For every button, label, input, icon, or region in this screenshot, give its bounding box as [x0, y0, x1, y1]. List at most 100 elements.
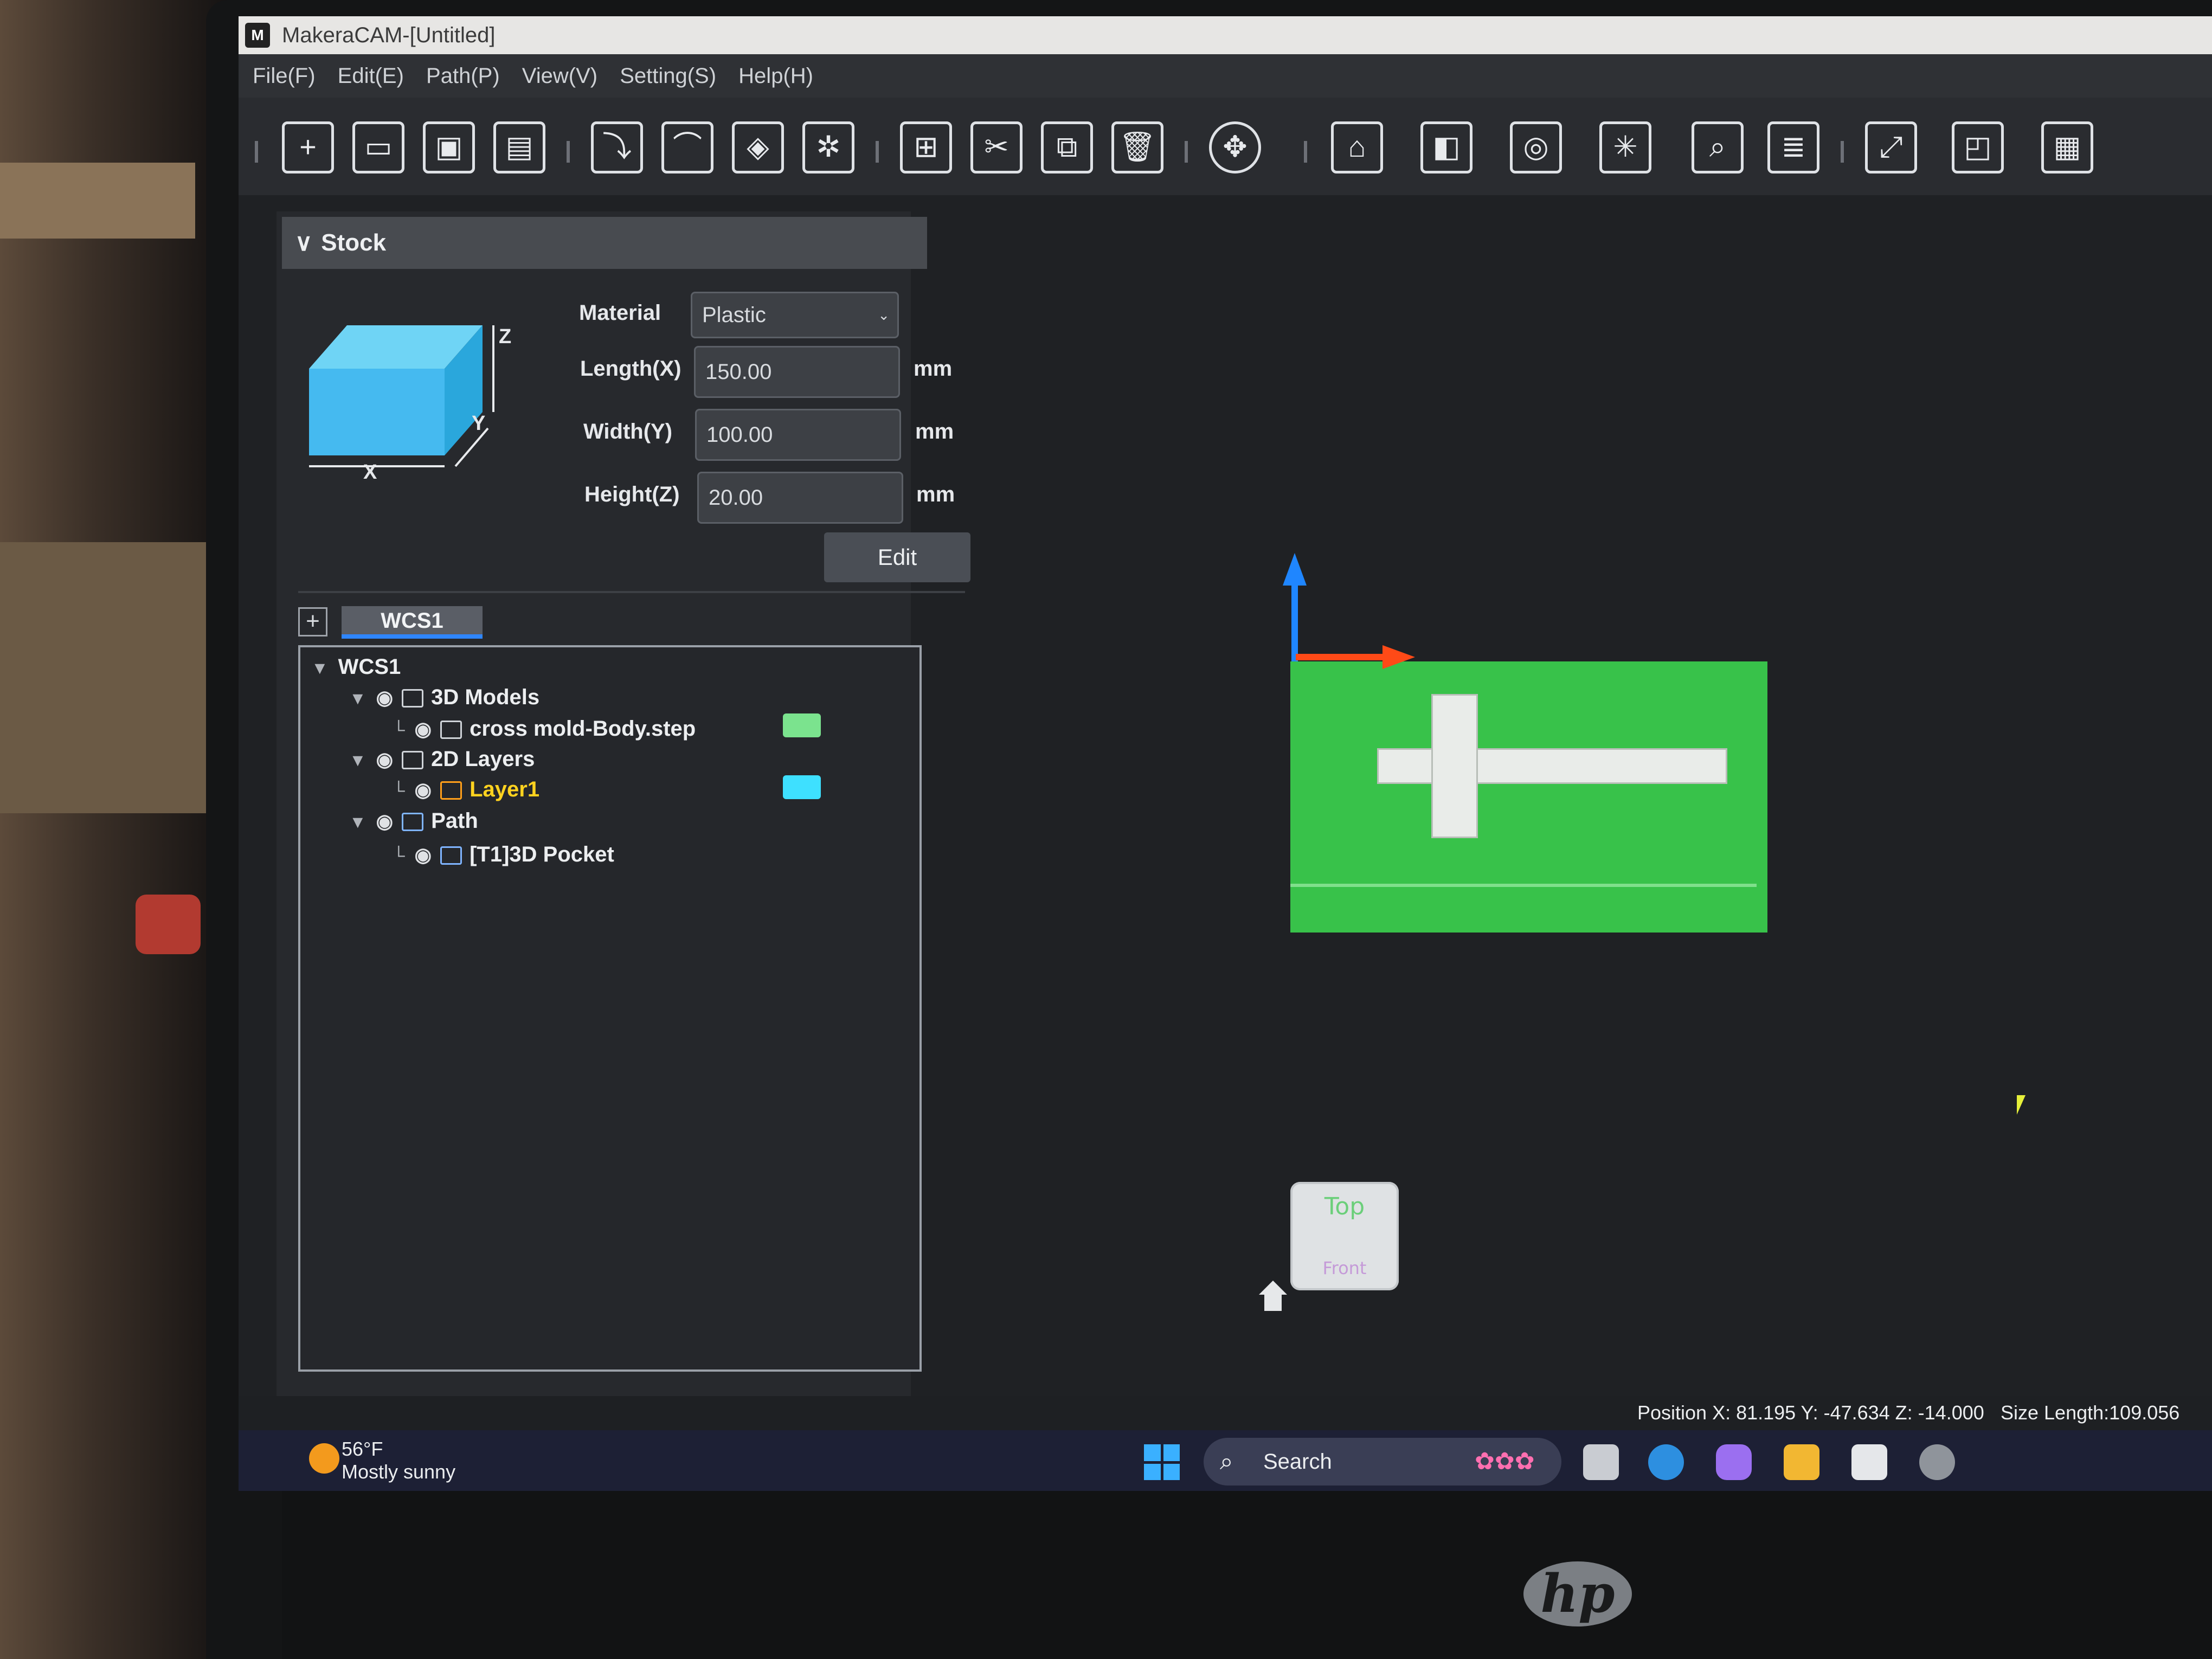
width-input[interactable]: 100.00	[695, 409, 901, 461]
toolbar-separator	[876, 141, 879, 163]
copilot-icon[interactable]	[1716, 1444, 1752, 1480]
tree-branch-icon: └	[393, 720, 405, 740]
gcode-icon[interactable]: ▦	[2041, 121, 2093, 173]
model-icon	[440, 721, 462, 740]
store-icon[interactable]	[1851, 1444, 1887, 1480]
delete-icon[interactable]: 🗑	[1111, 121, 1163, 173]
file-explorer-icon[interactable]	[1784, 1444, 1819, 1480]
collapse-triangle-icon[interactable]: ▼	[349, 750, 366, 770]
windows-start-icon[interactable]	[1144, 1444, 1180, 1480]
screen: M MakeraCAM-[Untitled] File(F) Edit(E) P…	[239, 16, 2212, 1491]
length-unit: mm	[914, 357, 953, 381]
chevron-down-icon: ⌄	[878, 307, 890, 323]
cross-pocket-horizontal[interactable]	[1377, 748, 1727, 784]
tree-label: cross mold-Body.step	[470, 717, 696, 741]
tree-item-3d-pocket[interactable]: └ ◉ [T1]3D Pocket	[393, 843, 614, 867]
menu-help[interactable]: Help(H)	[738, 64, 813, 88]
import-2d-icon[interactable]: ⤵	[591, 121, 643, 173]
tree-item-3d-models[interactable]: ▼ ◉ 3D Models	[349, 685, 539, 710]
eye-icon[interactable]: ◉	[415, 844, 432, 866]
tree-branch-icon: └	[393, 781, 405, 800]
view-cube[interactable]: Top Front	[1290, 1182, 1399, 1290]
cut-path-icon[interactable]: ✂	[970, 121, 1023, 173]
x-axis	[1296, 654, 1388, 660]
axis-y-label: Y	[472, 412, 486, 435]
import-curve-icon[interactable]: ⌒	[661, 121, 713, 173]
eye-icon[interactable]: ◉	[415, 779, 432, 801]
tree-label: 2D Layers	[431, 747, 535, 771]
height-label: Height(Z)	[584, 483, 680, 506]
mouse-cursor-icon	[2017, 1095, 2025, 1115]
view-cube-top[interactable]: Top	[1290, 1193, 1399, 1220]
toolbar-separator	[1304, 141, 1307, 163]
monitor-bezel-bottom	[282, 1491, 2212, 1659]
2d-path-icon[interactable]: ⌂	[1331, 121, 1383, 173]
menu-path[interactable]: Path(P)	[426, 64, 500, 88]
task-view-icon[interactable]	[1583, 1444, 1619, 1480]
length-input[interactable]: 150.00	[694, 346, 900, 398]
layer-color-swatch[interactable]	[783, 775, 821, 799]
object-tree: ▼ WCS1 ▼ ◉ 3D Models └ ◉ cross mold-Body.step…	[298, 645, 922, 1372]
tree-label: Layer1	[470, 777, 540, 801]
save-as-icon[interactable]: ▤	[493, 121, 545, 173]
edge-browser-icon[interactable]	[1648, 1444, 1684, 1480]
tree-label: 3D Models	[431, 685, 540, 709]
edit-stock-button[interactable]: Edit	[824, 532, 970, 582]
height-unit: mm	[916, 483, 955, 506]
part-edge	[1290, 884, 1757, 887]
tree-item-wcs1[interactable]: ▼ WCS1	[311, 655, 401, 679]
menu-bar: File(F) Edit(E) Path(P) View(V) Setting(…	[239, 54, 2212, 98]
toolbar-separator	[1841, 141, 1844, 163]
eye-icon[interactable]: ◉	[376, 748, 393, 771]
weather-widget[interactable]: 56°F Mostly sunny	[309, 1438, 455, 1483]
save-icon[interactable]: ▣	[423, 121, 475, 173]
home-icon[interactable]	[1258, 1279, 1288, 1312]
menu-edit[interactable]: Edit(E)	[338, 64, 404, 88]
taskbar: 56°F Mostly sunny ⌕ Search ✿✿✿	[239, 1430, 2212, 1491]
collapse-triangle-icon[interactable]: ▼	[311, 658, 329, 678]
add-wcs-button[interactable]: +	[298, 607, 327, 636]
menu-view[interactable]: View(V)	[522, 64, 597, 88]
eye-icon[interactable]: ◉	[376, 810, 393, 833]
3d-path-icon[interactable]: ◧	[1420, 121, 1472, 173]
import-image-icon[interactable]: ✲	[802, 121, 854, 173]
makeracam-app-icon[interactable]	[1919, 1444, 1955, 1480]
add-wcs-icon[interactable]: ⊞	[900, 121, 952, 173]
tulip-icon: ✿✿✿	[1475, 1448, 1535, 1475]
laser-path-icon[interactable]: ✳	[1599, 121, 1651, 173]
collapse-triangle-icon[interactable]: ▼	[349, 689, 366, 709]
weather-icon	[309, 1443, 339, 1474]
view-cube-front[interactable]: Front	[1290, 1258, 1399, 1278]
import-3d-model-icon[interactable]: ◈	[732, 121, 784, 173]
tab-wcs1[interactable]: WCS1	[342, 606, 483, 639]
menu-file[interactable]: File(F)	[253, 64, 316, 88]
tree-item-layer1[interactable]: └ ◉ Layer1	[393, 777, 539, 802]
stock-header[interactable]: ∨ Stock	[282, 217, 927, 269]
height-input[interactable]: 20.00	[697, 472, 903, 524]
menu-setting[interactable]: Setting(S)	[620, 64, 716, 88]
stock-view-icon[interactable]: ◰	[1952, 121, 2004, 173]
eye-icon[interactable]: ◉	[376, 686, 393, 709]
new-file-icon[interactable]: +	[282, 121, 334, 173]
open-folder-icon[interactable]: ▭	[352, 121, 404, 173]
cross-pocket-vertical[interactable]	[1431, 694, 1478, 838]
fit-view-icon[interactable]: ⤢	[1865, 121, 1917, 173]
report-icon[interactable]: ≣	[1767, 121, 1819, 173]
tree-item-path[interactable]: ▼ ◉ Path	[349, 809, 478, 833]
shelf	[0, 163, 195, 239]
material-select[interactable]: Plastic ⌄	[691, 292, 899, 338]
tree-item-model[interactable]: └ ◉ cross mold-Body.step	[393, 717, 696, 741]
tree-item-2d-layers[interactable]: ▼ ◉ 2D Layers	[349, 747, 535, 771]
drill-path-icon[interactable]: ◎	[1510, 121, 1562, 173]
model-color-swatch[interactable]	[783, 713, 821, 737]
collapse-triangle-icon[interactable]: ▼	[349, 812, 366, 832]
taskbar-search[interactable]: ⌕ Search ✿✿✿	[1204, 1438, 1561, 1486]
eye-icon[interactable]: ◉	[415, 718, 432, 741]
copy-path-icon[interactable]: ⧉	[1041, 121, 1093, 173]
transform-icon[interactable]: ✥	[1209, 121, 1261, 173]
panel-divider	[298, 591, 965, 593]
simulate-icon[interactable]: ⌕	[1692, 121, 1744, 173]
length-label: Length(X)	[580, 357, 681, 381]
material-value: Plastic	[702, 303, 766, 327]
stock-part[interactable]	[1290, 661, 1767, 933]
